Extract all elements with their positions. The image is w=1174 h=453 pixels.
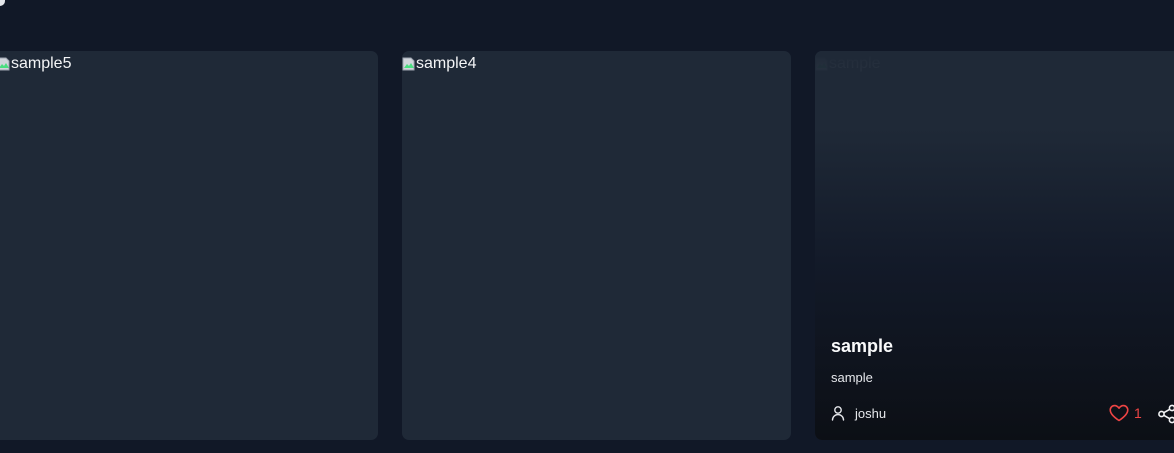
author-name: joshu bbox=[855, 405, 887, 421]
card-author[interactable]: joshu bbox=[831, 405, 886, 421]
broken-image-icon bbox=[402, 57, 415, 71]
card-image-alt: sample5 bbox=[11, 55, 72, 72]
card-title: sample bbox=[831, 336, 894, 356]
card-image: sample4 bbox=[402, 55, 476, 73]
card-image: sample5 bbox=[0, 55, 71, 73]
corner-mark bbox=[0, 0, 5, 6]
broken-image-icon bbox=[0, 57, 10, 71]
like-button[interactable]: 1 bbox=[1109, 404, 1142, 422]
like-count: 1 bbox=[1134, 405, 1142, 421]
card-description: sample bbox=[831, 370, 873, 385]
card-image-alt: sample4 bbox=[416, 55, 477, 72]
post-card-sample5[interactable]: sample5 bbox=[0, 51, 378, 440]
post-card-sample[interactable]: sample sample sample joshu 1 bbox=[815, 51, 1174, 440]
heart-icon bbox=[1109, 404, 1129, 422]
user-icon bbox=[831, 406, 845, 421]
share-icon[interactable] bbox=[1157, 404, 1174, 424]
page: sample5 sample4 sample sample sample bbox=[0, 0, 1174, 453]
post-card-sample4[interactable]: sample4 bbox=[402, 51, 791, 440]
